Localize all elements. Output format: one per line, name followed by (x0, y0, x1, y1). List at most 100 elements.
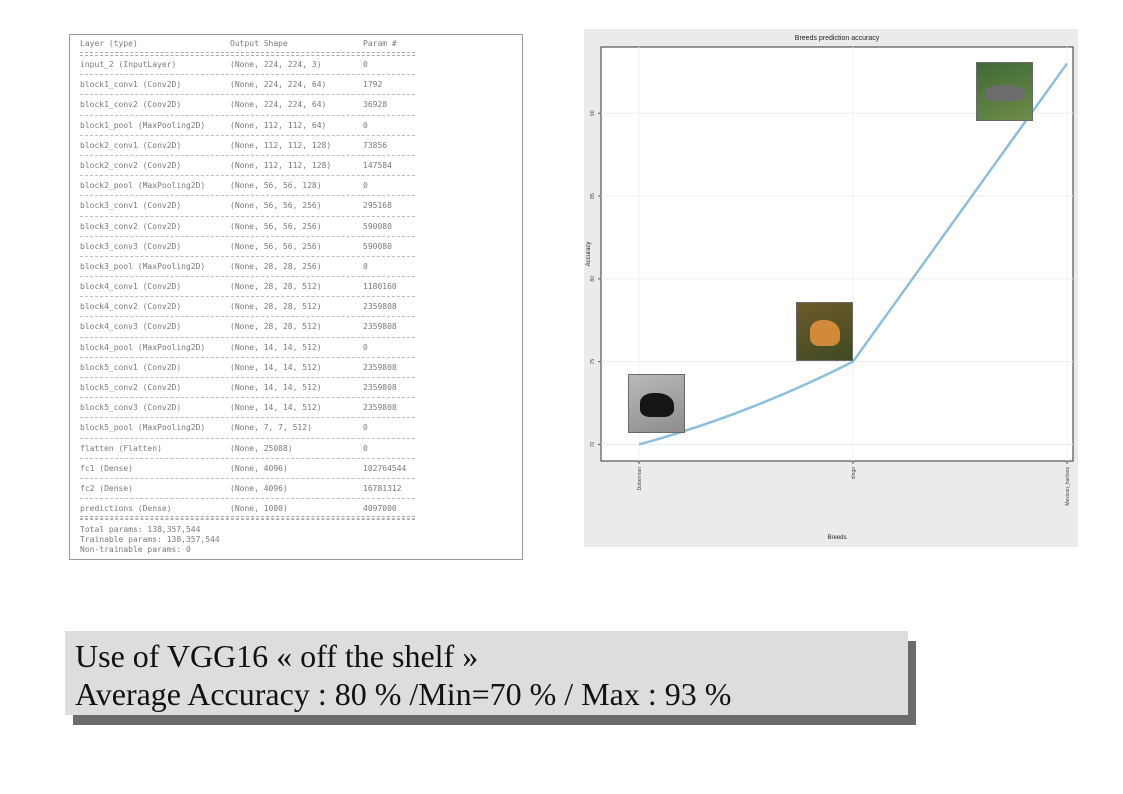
layer-cell: predictions (Dense) (80, 504, 172, 514)
param-cell: 2359808 (363, 383, 397, 392)
layer-cell: flatten (Flatten) (80, 443, 162, 453)
layer-cell: block4_conv2 (Conv2D) (80, 302, 182, 312)
param-cell: 590080 (363, 221, 392, 231)
layer-cell: block1_conv2 (Conv2D) (80, 100, 182, 110)
layer-cell: block4_pool (MaxPooling2D) (80, 342, 206, 352)
output-shape-cell: (None, 56, 56, 256) (230, 201, 322, 211)
param-cell: 0 (363, 120, 368, 130)
table-row: block2_conv2 (Conv2D) (None, 112, 112, 12… (80, 156, 415, 177)
param-cell: 1180160 (363, 282, 397, 292)
accuracy-chart: 70 75 80 85 90 Doberman dingo Mexican_hairless B… (584, 29, 1078, 547)
x-axis-label: Breeds (827, 535, 846, 541)
summary-header: Layer (type) Output Shape Param # (80, 39, 512, 51)
output-shape-cell: (None, 1000) (230, 504, 288, 514)
layer-cell: block3_conv1 (Conv2D) (80, 201, 182, 211)
layer-cell: block1_pool (MaxPooling2D) (80, 120, 206, 130)
layer-cell: block5_conv3 (Conv2D) (80, 403, 182, 413)
table-row: block4_conv2 (Conv2D) (None, 28, 28, 512)… (80, 297, 415, 318)
table-row: block2_conv1 (Conv2D) (None, 112, 112, 12… (80, 136, 415, 156)
non-trainable-params: Non-trainable params: 0 (80, 545, 191, 554)
table-row: input_2 (InputLayer) (None, 224, 224, 3) 0 (80, 55, 415, 76)
param-cell: 2359808 (363, 362, 397, 372)
output-shape-cell: (None, 28, 28, 512) (230, 302, 322, 312)
param-cell: 0 (363, 181, 368, 191)
header-param: Param # (363, 39, 397, 48)
grey-dog-photo (976, 61, 1033, 121)
table-row: block1_conv1 (Conv2D) (None, 224, 224, 64… (80, 75, 415, 96)
layer-cell: fc2 (Dense) (80, 483, 133, 493)
layer-cell: input_2 (InputLayer) (80, 60, 177, 69)
param-cell: 73856 (363, 140, 388, 150)
layer-cell: fc1 (Dense) (80, 463, 133, 473)
param-cell: 1792 (363, 80, 383, 90)
dog-figure (985, 84, 1025, 101)
param-cell: 590080 (363, 241, 392, 251)
layer-cell: block3_conv3 (Conv2D) (80, 241, 182, 251)
layer-cell: block3_conv2 (Conv2D) (80, 221, 182, 231)
layer-cell: block4_conv1 (Conv2D) (80, 282, 182, 292)
layer-cell: block5_conv1 (Conv2D) (80, 362, 182, 372)
table-row: block3_conv3 (Conv2D) (None, 56, 56, 256)… (80, 237, 415, 257)
caption-box: Use of VGG16 « off the shelf » Average A… (65, 631, 908, 715)
table-row: fc1 (Dense) (None, 4096) 102764544 (80, 459, 415, 479)
param-cell: 36928 (363, 100, 388, 110)
output-shape-cell: (None, 112, 112, 128) (230, 140, 332, 150)
output-shape-cell: (None, 14, 14, 512) (230, 342, 322, 352)
y-tick-label: 80 (590, 276, 596, 282)
model-summary-table: Layer (type) Output Shape Param # input_… (69, 34, 523, 560)
table-row: block3_conv2 (Conv2D) (None, 56, 56, 256)… (80, 217, 415, 237)
output-shape-cell: (None, 14, 14, 512) (230, 403, 322, 413)
table-row: fc2 (Dense) (None, 4096) 16781312 (80, 479, 415, 500)
x-tick-label: Mexican_hairless (1065, 467, 1071, 506)
param-cell: 102764544 (363, 463, 407, 473)
output-shape-cell: (None, 28, 28, 512) (230, 282, 322, 292)
param-cell: 2359808 (363, 322, 397, 332)
y-tick-label: 90 (590, 110, 596, 116)
summary-rows: input_2 (InputLayer) (None, 224, 224, 3) 0… (80, 55, 415, 520)
table-row: block5_conv3 (Conv2D) (None, 14, 14, 512)… (80, 398, 415, 419)
table-row: block5_pool (MaxPooling2D) (None, 7, 7, 5… (80, 418, 415, 439)
y-tick-label: 75 (590, 359, 596, 365)
layer-cell: block5_pool (MaxPooling2D) (80, 423, 206, 433)
layer-cell: block1_conv1 (Conv2D) (80, 80, 182, 90)
y-tick-label: 85 (590, 193, 596, 199)
param-cell: 0 (363, 60, 368, 69)
chart-title: Breeds prediction accuracy (795, 35, 880, 42)
total-params: Total params: 138,357,544 (80, 525, 201, 534)
param-cell: 147584 (363, 160, 392, 170)
x-tick-label: Doberman (637, 467, 643, 491)
black-dog-photo (628, 374, 685, 434)
header-output-shape: Output Shape (230, 39, 288, 48)
output-shape-cell: (None, 28, 28, 512) (230, 322, 322, 332)
output-shape-cell: (None, 56, 56, 128) (230, 181, 322, 191)
layer-cell: block3_pool (MaxPooling2D) (80, 261, 206, 271)
footer-divider (80, 516, 415, 520)
table-row: block3_pool (MaxPooling2D) (None, 28, 28,… (80, 257, 415, 278)
caption-line-1: Use of VGG16 « off the shelf » (75, 638, 479, 674)
y-tick-label: 70 (590, 441, 596, 447)
table-row: block1_pool (MaxPooling2D) (None, 112, 11… (80, 116, 415, 136)
param-cell: 0 (363, 423, 368, 433)
output-shape-cell: (None, 224, 224, 64) (230, 80, 327, 90)
output-shape-cell: (None, 56, 56, 256) (230, 221, 322, 231)
y-axis-label: Accuracy (586, 242, 592, 267)
table-row: block4_conv1 (Conv2D) (None, 28, 28, 512)… (80, 277, 415, 298)
layer-cell: block2_pool (MaxPooling2D) (80, 181, 206, 191)
layer-cell: block2_conv2 (Conv2D) (80, 160, 182, 170)
table-row: block4_pool (MaxPooling2D) (None, 14, 14,… (80, 338, 415, 358)
output-shape-cell: (None, 7, 7, 512) (230, 423, 312, 433)
output-shape-cell: (None, 4096) (230, 483, 288, 493)
table-row: block3_conv1 (Conv2D) (None, 56, 56, 256)… (80, 196, 415, 217)
output-shape-cell: (None, 4096) (230, 463, 288, 473)
param-cell: 2359808 (363, 403, 397, 413)
table-row: flatten (Flatten) (None, 25088) 0 (80, 439, 415, 459)
output-shape-cell: (None, 224, 224, 3) (230, 60, 322, 69)
header-layer: Layer (type) (80, 39, 138, 48)
trainable-params: Trainable params: 138,357,544 (80, 535, 220, 544)
layer-cell: block5_conv2 (Conv2D) (80, 383, 182, 392)
layer-cell: block2_conv1 (Conv2D) (80, 140, 182, 150)
table-row: block5_conv2 (Conv2D) (None, 14, 14, 512)… (80, 378, 415, 399)
dog-figure (810, 319, 840, 346)
table-row: block2_pool (MaxPooling2D) (None, 56, 56,… (80, 176, 415, 197)
table-row: block4_conv3 (Conv2D) (None, 28, 28, 512)… (80, 317, 415, 338)
